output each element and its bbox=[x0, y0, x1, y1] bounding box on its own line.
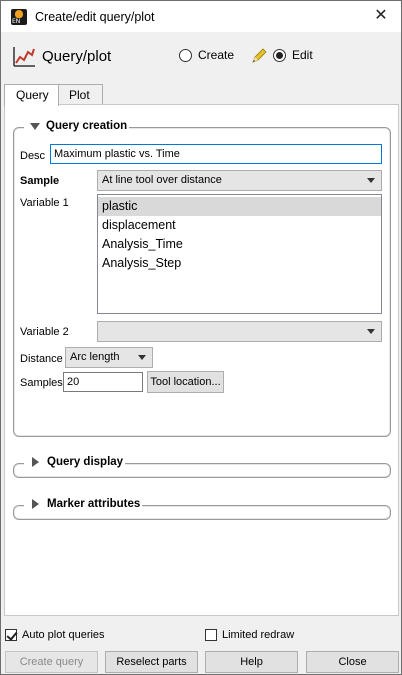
edit-radio[interactable] bbox=[273, 48, 286, 62]
create-query-button[interactable]: Create query bbox=[5, 651, 98, 673]
marker-attributes-title: Marker attributes bbox=[47, 498, 141, 510]
window-title: Create/edit query/plot bbox=[35, 10, 155, 24]
query-creation-header[interactable]: Query creation bbox=[24, 120, 130, 132]
distance-dropdown[interactable]: Arc length bbox=[65, 347, 153, 368]
marker-attributes-header[interactable]: Marker attributes bbox=[24, 498, 143, 510]
variable2-dropdown[interactable] bbox=[97, 321, 382, 342]
close-window-icon[interactable]: ✕ bbox=[369, 5, 393, 27]
list-item[interactable]: Analysis_Time bbox=[98, 235, 381, 254]
query-creation-group: Query creation Desc Sample At line tool … bbox=[13, 120, 391, 437]
limited-redraw-checkbox[interactable] bbox=[205, 629, 217, 641]
tool-location-button[interactable]: Tool location... bbox=[147, 371, 224, 393]
list-item[interactable]: plastic bbox=[98, 197, 381, 216]
list-item[interactable]: displacement bbox=[98, 216, 381, 235]
edit-radio-group: Edit bbox=[273, 48, 313, 62]
chevron-down-icon bbox=[367, 178, 375, 183]
tab-plot[interactable]: Plot bbox=[58, 84, 103, 105]
desc-label: Desc bbox=[20, 150, 46, 162]
reselect-parts-button[interactable]: Reselect parts bbox=[105, 651, 198, 673]
chevron-down-icon bbox=[138, 355, 146, 360]
dialog-window: EN Create/edit query/plot ✕ Query/plot C… bbox=[0, 0, 402, 675]
auto-plot-label[interactable]: Auto plot queries bbox=[22, 629, 105, 641]
query-tab-panel: Query creation Desc Sample At line tool … bbox=[4, 104, 399, 616]
query-display-title: Query display bbox=[47, 456, 124, 468]
desc-input[interactable] bbox=[50, 144, 382, 164]
samples-input[interactable] bbox=[63, 372, 143, 392]
samples-label: Samples bbox=[20, 377, 63, 389]
sample-dropdown-value: At line tool over distance bbox=[102, 174, 222, 186]
tab-query[interactable]: Query bbox=[4, 84, 59, 106]
page-title: Query/plot bbox=[42, 48, 112, 65]
sample-dropdown[interactable]: At line tool over distance bbox=[97, 170, 382, 191]
close-button[interactable]: Close bbox=[306, 651, 399, 673]
distance-dropdown-value: Arc length bbox=[70, 351, 120, 363]
title-bar: EN Create/edit query/plot ✕ bbox=[1, 1, 401, 32]
expand-triangle-icon[interactable] bbox=[32, 499, 39, 509]
create-radio[interactable] bbox=[179, 48, 192, 62]
query-creation-title: Query creation bbox=[46, 120, 128, 132]
sample-label: Sample bbox=[20, 175, 60, 187]
distance-label: Distance bbox=[20, 353, 63, 365]
query-display-group: Query display bbox=[13, 456, 391, 478]
query-display-header[interactable]: Query display bbox=[24, 456, 126, 468]
help-button[interactable]: Help bbox=[205, 651, 298, 673]
create-radio-label[interactable]: Create bbox=[198, 48, 234, 62]
variable1-listbox[interactable]: plastic displacement Analysis_Time Analy… bbox=[97, 194, 382, 314]
limited-redraw-label[interactable]: Limited redraw bbox=[222, 629, 294, 641]
edit-radio-label[interactable]: Edit bbox=[292, 48, 313, 62]
expand-triangle-icon[interactable] bbox=[32, 457, 39, 467]
chevron-down-icon bbox=[367, 329, 375, 334]
app-logo-icon: EN bbox=[11, 9, 27, 25]
variable1-label: Variable 1 bbox=[20, 197, 69, 209]
chart-plot-icon bbox=[13, 47, 35, 67]
variable2-label: Variable 2 bbox=[20, 326, 69, 338]
collapse-triangle-icon[interactable] bbox=[30, 122, 40, 130]
marker-attributes-group: Marker attributes bbox=[13, 498, 391, 520]
list-item[interactable]: Analysis_Step bbox=[98, 254, 381, 273]
auto-plot-checkbox[interactable] bbox=[5, 629, 17, 641]
mode-radio-group: Create bbox=[179, 48, 234, 62]
pencil-icon bbox=[252, 48, 267, 63]
